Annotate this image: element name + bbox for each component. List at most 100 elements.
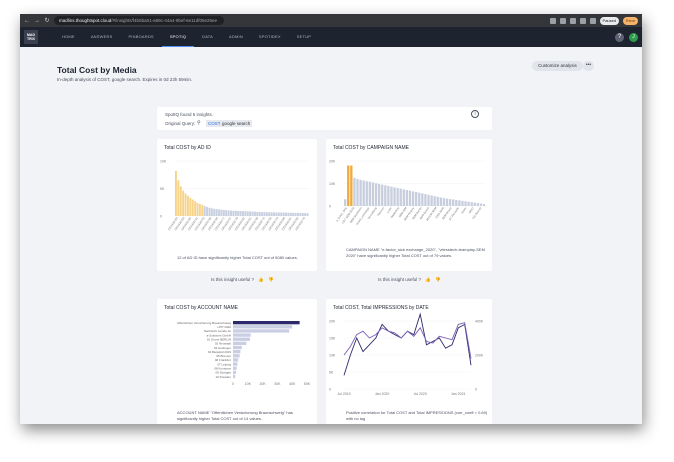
extension-icon[interactable]: [559, 17, 566, 24]
tab-pinboards[interactable]: PINBOARDS: [120, 27, 161, 47]
help-icon[interactable]: ?: [615, 32, 624, 42]
back-icon[interactable]: ←: [24, 18, 30, 24]
bar: [473, 202, 476, 206]
bar: [424, 194, 427, 206]
bar: [258, 211, 261, 216]
profile-paused-button[interactable]: Paused: [599, 16, 620, 25]
bar: [362, 180, 365, 206]
bar: [350, 165, 353, 206]
bar: [377, 183, 381, 206]
bar: [246, 211, 249, 216]
bar: [237, 210, 240, 216]
y-tick-label: 10K: [329, 182, 336, 186]
app-logo[interactable]: MAD TRIX: [24, 30, 38, 44]
bar: [306, 213, 309, 216]
series-line: [343, 322, 472, 359]
extension-icon[interactable]: [579, 17, 586, 24]
x-tick-label: Jul 2020: [414, 392, 427, 396]
browser-error-button[interactable]: Error: [623, 16, 638, 25]
bar: [233, 358, 239, 362]
x-tick-label: Sales: [460, 206, 468, 215]
bar: [225, 210, 228, 216]
bar: [227, 210, 230, 216]
bar: [232, 210, 235, 216]
bar: [244, 211, 247, 216]
bar: [265, 212, 268, 216]
bar: [234, 210, 237, 216]
bar: [253, 211, 256, 216]
extension-icon[interactable]: [569, 17, 576, 24]
page-content: Total Cost by Media In-depth analysis of…: [20, 47, 642, 424]
tab-spotiq[interactable]: SPOTIQ: [161, 27, 195, 47]
useful-prompt-2: Is this insight useful ? 👍 👎: [378, 277, 441, 283]
bar: [353, 177, 356, 206]
tab-answers[interactable]: ANSWERS: [83, 27, 121, 47]
x-tick-label: Jan 2020: [375, 392, 389, 396]
y-left-tick-label: 20K: [329, 320, 336, 324]
page-title: Total Cost by Media: [57, 65, 137, 75]
puzzle-icon[interactable]: [589, 17, 596, 24]
bar: [405, 190, 409, 206]
bar: [458, 200, 461, 206]
useful-label: Is this insight useful ?: [211, 277, 255, 282]
tab-home[interactable]: HOME: [54, 27, 83, 47]
tab-spotidex[interactable]: SPOTIDEX: [251, 27, 289, 47]
bar: [222, 209, 225, 216]
info-icon[interactable]: i: [471, 110, 479, 118]
bar: [194, 201, 197, 216]
thumbs-down-icon[interactable]: 👎: [268, 277, 274, 282]
x-tick-label: Jan 2021: [451, 392, 465, 396]
tab-setup[interactable]: SETUP: [289, 27, 319, 47]
bar: [256, 211, 259, 216]
bar: [368, 181, 372, 206]
thumbs-up-icon[interactable]: 👍: [258, 277, 264, 282]
y-tick-label: 10K: [160, 160, 167, 164]
bar: [208, 207, 211, 216]
x-tick-label: 40K: [289, 382, 296, 386]
bar: [273, 212, 276, 216]
insights-count: SpotIQ found 5 insights.: [165, 112, 214, 117]
thumbs-up-icon[interactable]: 👍: [425, 277, 431, 282]
bar: [304, 213, 307, 216]
customize-analysis-button[interactable]: Customize analysis: [532, 61, 583, 71]
thumbs-down-icon[interactable]: 👎: [435, 277, 441, 282]
x-tick-label: 20K: [259, 382, 266, 386]
x-tick-label: Jul 2019: [337, 392, 350, 396]
tab-admin[interactable]: ADMIN: [221, 27, 251, 47]
bar: [233, 333, 251, 337]
y-tick-label: 20K: [329, 160, 336, 164]
bar: [186, 195, 189, 216]
bar: [261, 212, 264, 216]
bar: [233, 337, 251, 341]
bar: [393, 187, 396, 206]
bar: [289, 212, 292, 216]
bar: [411, 191, 415, 206]
address-bar[interactable]: madlins.thoughtspot.cloud/#/insights/f4b…: [54, 16, 224, 25]
y-left-tick-label: 10K: [329, 354, 336, 358]
insight-card-account[interactable]: Total COST by ACCOUNT NAME Offentlichen …: [157, 299, 317, 424]
user-avatar[interactable]: J: [629, 32, 638, 42]
bookmark-star-icon[interactable]: [549, 17, 556, 24]
bar: [215, 209, 218, 216]
bar: [182, 190, 185, 216]
bar: [418, 192, 421, 206]
bar: [439, 197, 443, 206]
x-tick-label: 30K: [274, 382, 281, 386]
more-options-button[interactable]: •••: [583, 61, 594, 71]
bar: [218, 209, 220, 216]
bar: [402, 189, 405, 206]
y-category-label: 10 Dresden: [215, 375, 231, 379]
card-description: Positive correlation for Total COST and …: [346, 410, 488, 421]
insight-card-date[interactable]: Total COST, Total IMPRESSIONS by DATE 20…: [326, 299, 492, 424]
tab-data[interactable]: DATA: [194, 27, 221, 47]
insight-card-campaign[interactable]: Total COST by CAMPAIGN NAME 20K 10K 0 a_fac…: [326, 139, 492, 271]
reload-icon[interactable]: ↻: [44, 17, 50, 24]
bar: [356, 179, 359, 206]
x-tick-label: 50K: [304, 382, 311, 386]
forward-icon[interactable]: →: [34, 18, 40, 24]
card-description: 12 of AD ID have significantly higher To…: [177, 255, 298, 260]
query-chip-search[interactable]: google search: [220, 120, 253, 127]
insight-card-ad-id[interactable]: Total COST by AD ID 10K 5K 0 2352420783 2352…: [157, 139, 317, 271]
bar: [396, 188, 399, 206]
bar: [282, 212, 285, 216]
